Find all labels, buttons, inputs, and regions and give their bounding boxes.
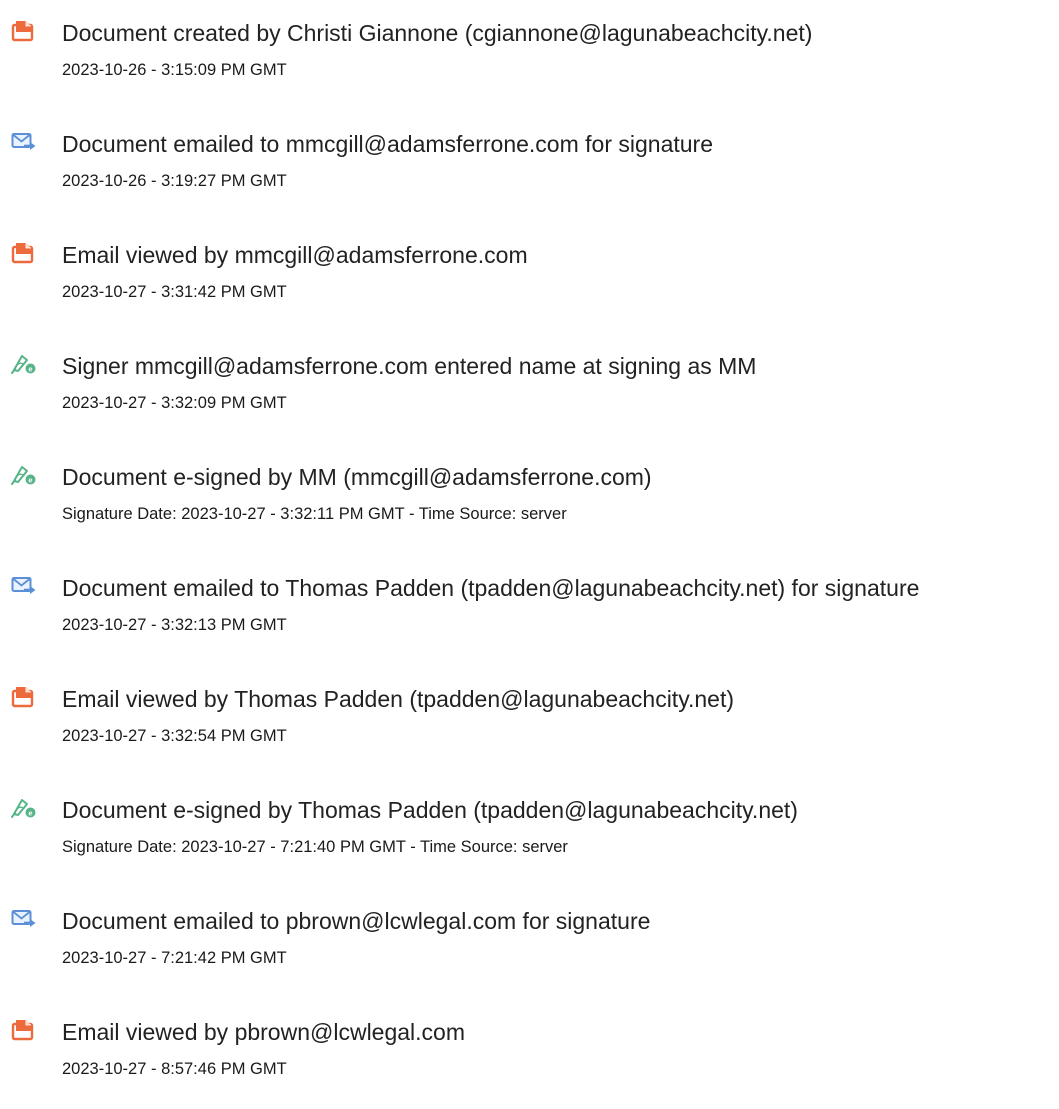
signature-icon: e: [11, 797, 37, 819]
event-title: Document created by Christi Giannone (cg…: [62, 20, 813, 46]
email-icon: [11, 131, 37, 153]
event-title: Document e-signed by MM (mmcgill@adamsfe…: [62, 464, 652, 490]
event-timestamp: 2023-10-26 - 3:19:27 PM GMT: [62, 172, 287, 190]
event-timestamp: 2023-10-27 - 3:32:09 PM GMT: [62, 394, 287, 412]
event-timestamp: 2023-10-27 - 7:21:42 PM GMT: [62, 949, 287, 967]
email-icon: [11, 575, 37, 597]
event-timestamp: 2023-10-26 - 3:15:09 PM GMT: [62, 61, 287, 79]
event-signature-date: Signature Date: 2023-10-27 - 7:21:40 PM …: [62, 838, 568, 856]
audit-event: Document emailed to pbrown@lcwlegal.com …: [0, 908, 1059, 998]
audit-event: Document emailed to mmcgill@adamsferrone…: [0, 131, 1059, 221]
svg-text:e: e: [28, 364, 32, 373]
svg-text:e: e: [28, 475, 32, 484]
document-icon: [11, 20, 37, 42]
audit-event: Email viewed by Thomas Padden (tpadden@l…: [0, 686, 1059, 776]
document-icon: [11, 1019, 37, 1041]
event-title: Signer mmcgill@adamsferrone.com entered …: [62, 353, 757, 379]
event-timestamp: 2023-10-27 - 3:32:54 PM GMT: [62, 727, 287, 745]
audit-event: Email viewed by mmcgill@adamsferrone.com…: [0, 242, 1059, 332]
event-title: Email viewed by mmcgill@adamsferrone.com: [62, 242, 528, 268]
email-icon: [11, 908, 37, 930]
event-title: Document emailed to Thomas Padden (tpadd…: [62, 575, 920, 601]
event-title: Document emailed to mmcgill@adamsferrone…: [62, 131, 713, 157]
audit-event: e Document e-signed by Thomas Padden (tp…: [0, 797, 1059, 887]
signature-icon: e: [11, 353, 37, 375]
signature-icon: e: [11, 464, 37, 486]
audit-event: e Document e-signed by MM (mmcgill@adams…: [0, 464, 1059, 554]
document-icon: [11, 242, 37, 264]
audit-event: e Signer mmcgill@adamsferrone.com entere…: [0, 353, 1059, 443]
event-timestamp: 2023-10-27 - 3:31:42 PM GMT: [62, 283, 287, 301]
audit-event: Email viewed by pbrown@lcwlegal.com 2023…: [0, 1019, 1059, 1109]
event-title: Email viewed by pbrown@lcwlegal.com: [62, 1019, 466, 1045]
svg-text:e: e: [28, 808, 32, 817]
event-timestamp: 2023-10-27 - 3:32:13 PM GMT: [62, 616, 287, 634]
event-timestamp: 2023-10-27 - 8:57:46 PM GMT: [62, 1060, 287, 1078]
audit-event: Document created by Christi Giannone (cg…: [0, 20, 1059, 110]
audit-event: Document emailed to Thomas Padden (tpadd…: [0, 575, 1059, 665]
event-signature-date: Signature Date: 2023-10-27 - 3:32:11 PM …: [62, 505, 567, 523]
event-title: Document emailed to pbrown@lcwlegal.com …: [62, 908, 651, 934]
event-title: Email viewed by Thomas Padden (tpadden@l…: [62, 686, 735, 712]
document-icon: [11, 686, 37, 708]
event-title: Document e-signed by Thomas Padden (tpad…: [62, 797, 798, 823]
